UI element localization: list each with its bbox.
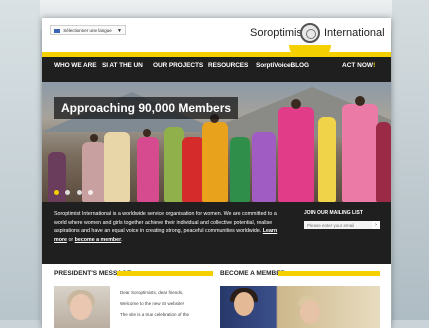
hero-figure: [182, 137, 204, 202]
language-select-label: Sélectionner une langue: [63, 28, 112, 33]
act-now-label: ACT NOW: [342, 62, 374, 69]
hero-figure: [376, 122, 391, 202]
about-description: Soroptimist International is a worldwide…: [54, 211, 277, 234]
hero-figure-head: [291, 99, 301, 109]
hero-figure-head: [90, 134, 98, 142]
background-left: [0, 0, 40, 320]
hero-figure: [202, 122, 228, 202]
nav-item-blog[interactable]: SorptiVoiceBLOG: [256, 62, 309, 69]
slide-dot-1[interactable]: [54, 190, 59, 195]
hero-figure: [230, 137, 250, 202]
logo-text-soroptimist[interactable]: Soroptimist: [250, 27, 305, 39]
nav-item-si-at-the-un[interactable]: SI AT THE UN: [102, 62, 143, 69]
hero-figure: [252, 132, 276, 202]
nav-item-our-projects[interactable]: OUR PROJECTS: [153, 62, 203, 69]
slide-dot-2[interactable]: [65, 190, 71, 195]
nav-item-who-we-are[interactable]: WHO WE ARE: [54, 62, 97, 69]
hero-slide-dots: [54, 182, 95, 200]
hero-figure-head: [355, 96, 365, 106]
hero-figure: [104, 132, 130, 202]
submit-arrow-icon[interactable]: ›: [372, 221, 380, 229]
about-or: or: [68, 236, 74, 243]
logo-text-international[interactable]: International: [324, 27, 385, 39]
website-page: Sélectionner une langue ▼ Soroptimist In…: [42, 18, 391, 328]
pm-text-line: Dear Soroptimists, dear friends,: [120, 290, 184, 295]
nav-item-resources[interactable]: RESOURCES: [208, 62, 248, 69]
about-section: Soroptimist International is a worldwide…: [42, 202, 391, 264]
pm-text-line: The site is a true celebration of the: [120, 312, 190, 317]
chevron-down-icon: ▼: [117, 28, 122, 34]
logo-emblem-icon[interactable]: [300, 23, 320, 43]
pm-text-line: Welcome to the new SI website!: [120, 301, 184, 306]
hero-figure: [342, 104, 378, 202]
mailing-list-title: JOIN OUR MAILING LIST: [304, 210, 363, 216]
hero-banner[interactable]: Approaching 90,000 Members: [42, 82, 391, 202]
site-header: Sélectionner une langue ▼ Soroptimist In…: [42, 18, 391, 52]
about-text: Soroptimist International is a worldwide…: [54, 211, 278, 243]
hero-figure-head: [143, 129, 151, 137]
become-member-link[interactable]: become a member: [75, 237, 122, 243]
hero-figure: [278, 107, 314, 202]
content-sections: PRESIDENT'S MESSAGE BECOME A MEMBER Dear…: [42, 264, 391, 328]
language-select[interactable]: Sélectionner une langue ▼: [50, 25, 126, 35]
president-photo[interactable]: [54, 286, 110, 328]
google-translate-icon: [54, 28, 60, 33]
slide-dot-3[interactable]: [76, 190, 82, 195]
hero-title: Approaching 90,000 Members: [54, 97, 239, 119]
email-field[interactable]: [304, 221, 372, 229]
photo-face: [70, 294, 92, 320]
photo-face: [300, 300, 320, 324]
main-navigation: WHO WE ARE SI AT THE UN OUR PROJECTS RES…: [42, 57, 391, 79]
hero-figure: [137, 137, 159, 202]
section-accent-bar: [278, 271, 380, 276]
nav-item-act-now[interactable]: ACT NOW!: [342, 62, 375, 69]
become-member-photo[interactable]: [220, 286, 380, 328]
act-now-accent-icon: !: [373, 62, 376, 69]
background-right: [392, 0, 429, 320]
photo-face: [234, 292, 254, 316]
section-accent-bar: [117, 271, 213, 276]
become-member-title: BECOME A MEMBER: [220, 270, 286, 277]
hero-figure: [164, 127, 184, 202]
hero-figure: [318, 117, 336, 202]
slide-dot-4[interactable]: [88, 190, 94, 195]
